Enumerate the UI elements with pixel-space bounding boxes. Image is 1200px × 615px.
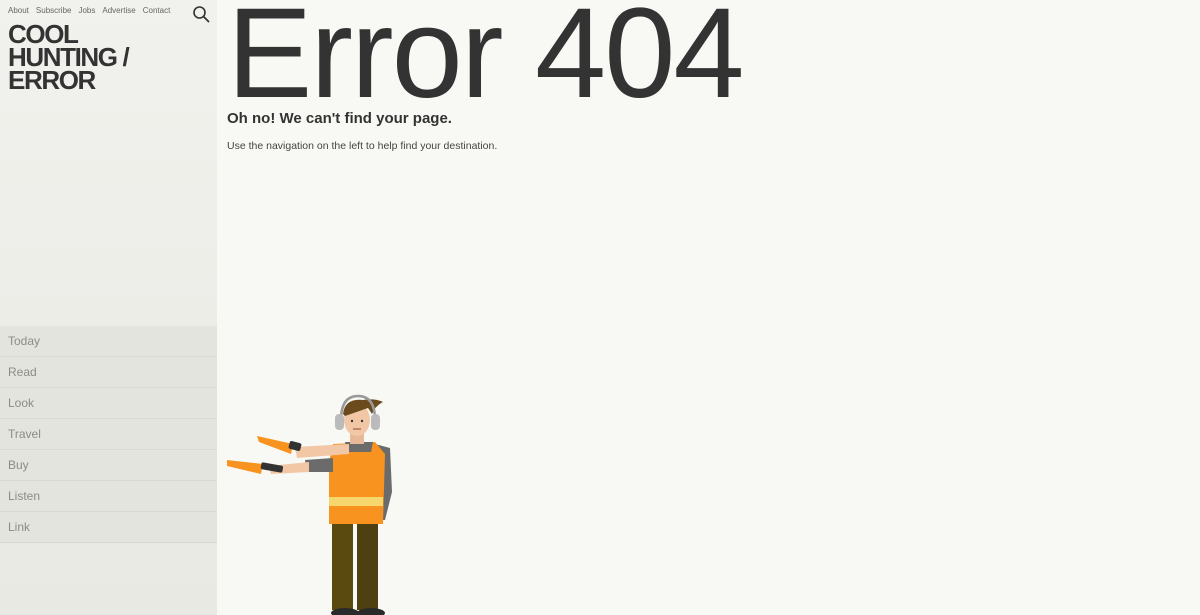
sidebar-nav: Today Read Look Travel Buy Listen Link	[0, 326, 217, 543]
nav-link-advertise[interactable]: Advertise	[102, 6, 135, 15]
sidebar-item-travel[interactable]: Travel	[0, 419, 217, 450]
sidebar-item-look[interactable]: Look	[0, 388, 217, 419]
top-nav: About Subscribe Jobs Advertise Contact	[8, 6, 170, 15]
sidebar-item-read[interactable]: Read	[0, 357, 217, 388]
marshaller-illustration	[227, 394, 392, 615]
sidebar-item-buy[interactable]: Buy	[0, 450, 217, 481]
site-logo[interactable]: COOL HUNTING / ERROR	[8, 21, 130, 95]
page-title: Error 404	[227, 0, 745, 125]
sidebar-item-today[interactable]: Today	[0, 326, 217, 357]
sidebar: About Subscribe Jobs Advertise Contact C…	[0, 0, 217, 615]
page-message: Use the navigation on the left to help f…	[227, 140, 498, 152]
sidebar-item-link[interactable]: Link	[0, 512, 217, 543]
search-icon[interactable]	[192, 5, 210, 23]
logo-line-3: ERROR	[8, 65, 96, 95]
sidebar-item-listen[interactable]: Listen	[0, 481, 217, 512]
page-subtitle: Oh no! We can't find your page.	[227, 110, 452, 127]
nav-link-subscribe[interactable]: Subscribe	[36, 6, 72, 15]
nav-link-contact[interactable]: Contact	[143, 6, 171, 15]
nav-link-jobs[interactable]: Jobs	[78, 6, 95, 15]
nav-link-about[interactable]: About	[8, 6, 29, 15]
